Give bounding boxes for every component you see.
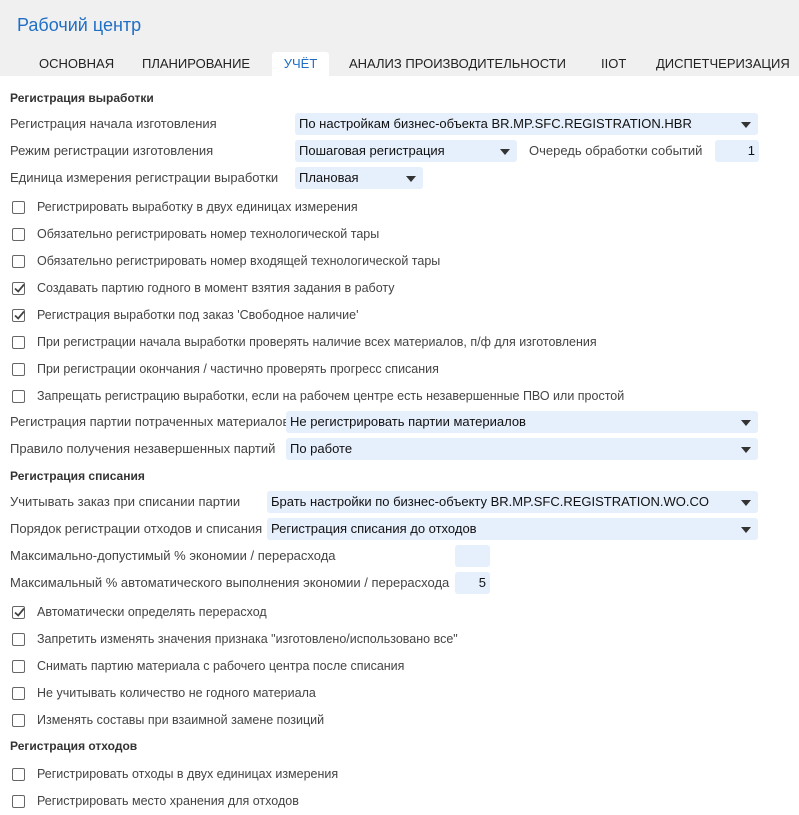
waste-order-value: Регистрация списания до отходов <box>271 521 477 536</box>
checkbox-label: При регистрации начала выработки проверя… <box>37 335 597 349</box>
checkbox-label: Регистрация выработки под заказ 'Свободн… <box>37 308 359 322</box>
event-queue-label: Очередь обработки событий <box>529 143 703 158</box>
checkbox[interactable] <box>12 282 25 295</box>
checkmark-icon <box>14 283 25 293</box>
checkbox-label: Не учитывать количество не годного матер… <box>37 686 316 700</box>
checkbox[interactable] <box>12 363 25 376</box>
max-auto-percent-label: Максимальный % автоматического выполнени… <box>10 575 450 590</box>
checkbox-label: При регистрации окончания / частично про… <box>37 362 439 376</box>
material-batch-value: Не регистрировать партии материалов <box>290 414 526 429</box>
chevron-down-icon <box>741 447 751 453</box>
section-writeoff-registration: Регистрация списания <box>10 469 145 483</box>
max-percent-label: Максимально-допустимый % экономии / пере… <box>10 548 336 563</box>
checkbox-label: Изменять составы при взаимной замене поз… <box>37 713 325 727</box>
checkbox[interactable] <box>12 660 25 673</box>
checkbox[interactable] <box>12 336 25 349</box>
chevron-down-icon <box>500 149 510 155</box>
chevron-down-icon <box>741 122 751 128</box>
unfinished-batch-label: Правило получения незавершенных партий <box>10 441 276 456</box>
checkbox-label: Регистрировать место хранения для отходо… <box>37 794 299 808</box>
checkmark-icon <box>14 607 25 617</box>
checkbox[interactable] <box>12 606 25 619</box>
checkbox[interactable] <box>12 390 25 403</box>
checkbox[interactable] <box>12 795 25 808</box>
checkbox[interactable] <box>12 687 25 700</box>
material-batch-select[interactable]: Не регистрировать партии материалов <box>286 411 758 433</box>
material-batch-label: Регистрация партии потраченных материало… <box>10 414 290 429</box>
batch-order-label: Учитывать заказ при списании партии <box>10 494 241 509</box>
page-title: Рабочий центр <box>17 15 142 35</box>
checkbox-label: Запрещать регистрацию выработки, если на… <box>37 389 625 403</box>
checkbox-label: Регистрировать отходы в двух единицах из… <box>37 767 339 781</box>
batch-order-select[interactable]: Брать настройки по бизнес-объекту BR.MP.… <box>267 491 758 513</box>
start-registration-label: Регистрация начала изготовления <box>10 116 217 131</box>
unit-label: Единица измерения регистрации выработки <box>10 170 279 185</box>
max-percent-input[interactable] <box>455 545 490 567</box>
waste-order-label: Порядок регистрации отходов и списания <box>10 521 263 536</box>
unfinished-batch-value: По работе <box>290 441 353 456</box>
checkbox[interactable] <box>12 201 25 214</box>
tab-accounting[interactable]: УЧЁТ <box>272 52 329 76</box>
section-output-registration: Регистрация выработки <box>10 91 154 105</box>
checkbox-label: Обязательно регистрировать номер входяще… <box>37 254 441 268</box>
checkbox[interactable] <box>12 633 25 646</box>
checkbox[interactable] <box>12 228 25 241</box>
unit-select[interactable]: Плановая <box>295 167 423 189</box>
tab-planning[interactable]: ПЛАНИРОВАНИЕ <box>142 52 250 76</box>
header: Рабочий центр ОСНОВНАЯ ПЛАНИРОВАНИЕ УЧЁТ… <box>0 0 799 76</box>
tab-iiot[interactable]: IIOT <box>601 52 626 76</box>
chevron-down-icon <box>741 527 751 533</box>
checkmark-icon <box>14 310 25 320</box>
checkbox-label: Снимать партию материала с рабочего цент… <box>37 659 405 673</box>
chevron-down-icon <box>741 500 751 506</box>
checkbox-label: Запретить изменять значения признака "из… <box>37 632 458 646</box>
chevron-down-icon <box>741 420 751 426</box>
checkbox[interactable] <box>12 309 25 322</box>
start-registration-select[interactable]: По настройкам бизнес-объекта BR.MP.SFC.R… <box>295 113 758 135</box>
checkbox[interactable] <box>12 255 25 268</box>
checkbox-label: Автоматически определять перерасход <box>37 605 267 619</box>
tab-dispatching[interactable]: ДИСПЕТЧЕРИЗАЦИЯ <box>656 52 790 76</box>
tab-performance-analysis[interactable]: АНАЛИЗ ПРОИЗВОДИТЕЛЬНОСТИ <box>349 52 566 76</box>
tab-main[interactable]: ОСНОВНАЯ <box>39 52 114 76</box>
unit-value: Плановая <box>299 170 359 185</box>
checkbox[interactable] <box>12 768 25 781</box>
event-queue-input[interactable]: 1 <box>715 140 759 162</box>
unfinished-batch-select[interactable]: По работе <box>286 438 758 460</box>
checkbox-label: Регистрировать выработку в двух единицах… <box>37 200 358 214</box>
waste-order-select[interactable]: Регистрация списания до отходов <box>267 518 758 540</box>
registration-mode-select[interactable]: Пошаговая регистрация <box>295 140 517 162</box>
section-waste-registration: Регистрация отходов <box>10 739 138 753</box>
registration-mode-value: Пошаговая регистрация <box>299 143 445 158</box>
batch-order-value: Брать настройки по бизнес-объекту BR.MP.… <box>271 494 709 509</box>
checkbox-label: Обязательно регистрировать номер техноло… <box>37 227 380 241</box>
chevron-down-icon <box>406 176 416 182</box>
start-registration-value: По настройкам бизнес-объекта BR.MP.SFC.R… <box>299 116 692 131</box>
checkbox-label: Создавать партию годного в момент взятия… <box>37 281 395 295</box>
checkbox[interactable] <box>12 714 25 727</box>
registration-mode-label: Режим регистрации изготовления <box>10 143 214 158</box>
max-auto-percent-input[interactable]: 5 <box>455 572 490 594</box>
